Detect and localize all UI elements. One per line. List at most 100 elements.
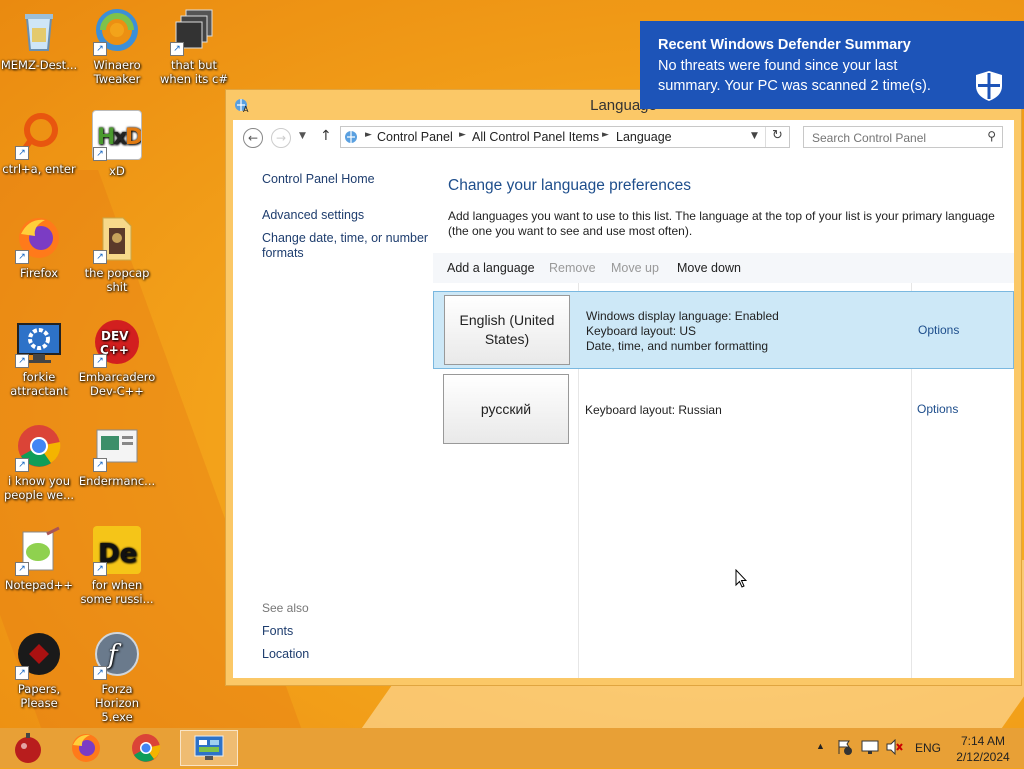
arrow-left-icon: ←	[247, 131, 259, 145]
desktop-icon-label: the popcap shit	[84, 266, 150, 294]
desktop-icon[interactable]: DEV C++ ↗ Embarcadero Dev-C++	[78, 318, 156, 398]
shortcut-arrow-icon: ↗	[93, 42, 107, 56]
breadcrumb-separator-icon: ►	[365, 130, 372, 140]
up-button[interactable]: ↑	[320, 128, 332, 144]
address-divider	[765, 127, 766, 147]
hxd-icon: HxD ↗	[92, 110, 143, 161]
nav-location[interactable]: Location	[262, 647, 309, 662]
mouse-cursor-icon	[735, 568, 748, 588]
desktop-icon-label: Firefox	[19, 266, 59, 280]
arrow-right-icon: →	[275, 131, 287, 145]
defender-notification[interactable]: Recent Windows Defender Summary No threa…	[640, 21, 1024, 109]
nav-fonts[interactable]: Fonts	[262, 624, 293, 639]
shortcut-arrow-icon: ↗	[15, 146, 29, 160]
desktop-icon[interactable]: ↗ that but when its c#	[155, 6, 233, 86]
search-icon[interactable]: ⚲	[987, 129, 996, 143]
taskbar-app[interactable]	[180, 730, 238, 766]
desktop-icon-label: forkie attractant	[10, 370, 68, 398]
chrome-icon	[132, 734, 161, 762]
recent-locations-button[interactable]: ▼	[299, 131, 306, 141]
refresh-icon[interactable]: ↻	[772, 128, 783, 143]
desktop-icon[interactable]: ↗ the popcap shit	[78, 214, 156, 294]
address-box[interactable]: ► Control Panel ► All Control Panel Item…	[340, 126, 790, 148]
shortcut-arrow-icon: ↗	[15, 458, 29, 472]
address-bar-row: ← → ▼ ↑ ► Control Panel ► All Control Pa…	[233, 120, 1014, 156]
taskbar-app[interactable]	[120, 730, 172, 766]
clock-date: 2/12/2024	[956, 750, 1010, 764]
control-panel-icon	[194, 735, 224, 760]
shortcut-arrow-icon: ↗	[93, 147, 107, 161]
language-detail-line: Date, time, and number formatting	[586, 339, 769, 353]
language-options-link[interactable]: Options	[918, 323, 959, 337]
desktop-icon-label: ctrl+a, enter	[2, 162, 76, 176]
language-row[interactable]: русский Keyboard layout: Russian Options	[433, 371, 1014, 449]
firefox-icon: ↗	[15, 214, 63, 264]
desktop-icon-label: that but when its c#	[159, 58, 229, 86]
nav-control-panel-home[interactable]: Control Panel Home	[262, 172, 375, 187]
search-box: ⚲	[803, 126, 1003, 148]
breadcrumb-language[interactable]: Language	[616, 130, 672, 144]
desktop-icon[interactable]: f ↗ Forza Horizon 5.exe	[78, 630, 156, 724]
desktop-icon[interactable]: ↗ i know you people we...	[0, 422, 78, 502]
language-toolbar: Add a language Remove Move up Move down	[433, 253, 1014, 283]
shortcut-arrow-icon: ↗	[15, 666, 29, 680]
taskbar-app[interactable]	[2, 730, 54, 766]
desktop-icon-label: Forza Horizon 5.exe	[95, 682, 139, 724]
desktop-icon-label: Embarcadero Dev-C++	[78, 370, 156, 398]
remove-button[interactable]: Remove	[549, 261, 596, 275]
language-window: A Language ← → ▼ ↑ ► Control Panel ► All…	[225, 89, 1022, 686]
network-icon[interactable]	[861, 739, 879, 758]
breadcrumb-control-panel[interactable]: Control Panel	[377, 130, 453, 144]
desktop-icon-label: i know you people we...	[3, 474, 75, 502]
desktop-icon[interactable]: ↗ ctrl+a, enter	[0, 110, 78, 176]
add-language-button[interactable]: Add a language	[447, 261, 535, 275]
control-panel-icon	[344, 129, 360, 148]
shortcut-arrow-icon: ↗	[93, 562, 107, 576]
desktop-icon[interactable]: ↗ Papers, Please	[0, 630, 78, 710]
shortcut-arrow-icon: ↗	[93, 250, 107, 264]
breadcrumb-all-items[interactable]: All Control Panel Items	[472, 130, 599, 144]
search-input[interactable]	[810, 128, 984, 148]
desktop-icon[interactable]: ↗ Firefox	[0, 214, 78, 280]
taskbar-app[interactable]	[60, 730, 112, 766]
nav-advanced-settings[interactable]: Advanced settings	[262, 208, 364, 223]
language-detail-line: Keyboard layout: Russian	[585, 403, 722, 417]
address-dropdown-icon[interactable]: ▼	[751, 131, 758, 141]
desktop-icon[interactable]: ↗ Notepad++	[0, 526, 78, 592]
language-row[interactable]: English (United States) Windows display …	[433, 291, 1014, 369]
desktop-icon-label: Notepad++	[4, 578, 74, 592]
language-options-link[interactable]: Options	[917, 402, 958, 416]
de-icon: De ↗	[93, 526, 141, 576]
notification-title: Recent Windows Defender Summary	[658, 37, 911, 53]
see-also-heading: See also	[262, 601, 309, 615]
desktop-icon[interactable]: ↗ Endermanc...	[78, 422, 156, 488]
desktop-icon[interactable]: ↗ Winaero Tweaker	[78, 6, 156, 86]
forward-button[interactable]: →	[271, 128, 291, 148]
language-detail-line: Keyboard layout: US	[586, 324, 697, 338]
input-language-indicator[interactable]: ENG	[915, 741, 941, 755]
action-center-flag-icon[interactable]	[836, 738, 854, 759]
language-details: Windows display language: Enabled Keyboa…	[586, 309, 779, 354]
screenshot-icon: ↗	[93, 422, 141, 472]
window-content: ← → ▼ ↑ ► Control Panel ► All Control Pa…	[233, 120, 1014, 678]
volume-muted-icon[interactable]	[885, 738, 903, 758]
clock[interactable]: 7:14 AM 2/12/2024	[953, 733, 1013, 765]
desktop-icon-label: Papers, Please	[17, 682, 61, 710]
move-up-button[interactable]: Move up	[611, 261, 659, 275]
memz-orb-icon	[15, 733, 41, 763]
chevron-down-icon: ▼	[299, 131, 306, 141]
desktop-icon[interactable]: MEMZ-Dest...	[0, 6, 78, 72]
desktop-icon[interactable]: De ↗ for when some russi...	[78, 526, 156, 606]
desktop-icon[interactable]: HxD ↗ xD	[78, 110, 156, 178]
nav-change-date-formats[interactable]: Change date, time, or number formats	[262, 231, 432, 261]
desktop-icon[interactable]: ↗ forkie attractant	[0, 318, 78, 398]
language-tile[interactable]: English (United States)	[444, 295, 570, 365]
flash-icon: f ↗	[93, 630, 141, 680]
back-button[interactable]: ←	[243, 128, 263, 148]
move-down-button[interactable]: Move down	[677, 261, 741, 275]
show-hidden-icons-button[interactable]: ▲	[816, 741, 825, 751]
winaero-tweaker-icon: ↗	[93, 6, 141, 56]
language-tile[interactable]: русский	[443, 374, 569, 444]
notification-body: No threats were found since your last su…	[658, 58, 931, 94]
breadcrumb-separator-icon: ►	[602, 130, 609, 140]
